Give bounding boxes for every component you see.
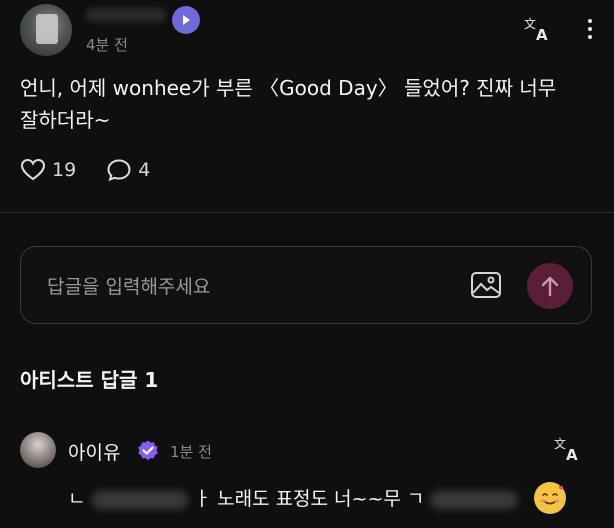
svg-text:文: 文 xyxy=(554,436,566,451)
like-count: 19 xyxy=(52,159,77,181)
artist-reply-text: ㄴ ㅏ 노래도 표정도 너~~무 ㄱ xyxy=(68,484,519,511)
reply-input[interactable]: 답글을 입력해주세요 xyxy=(47,247,210,323)
post-stats: 19 4 xyxy=(20,158,180,182)
reply-text-fragment: ㄴ xyxy=(68,488,86,510)
heart-icon xyxy=(20,158,46,181)
svg-text:文: 文 xyxy=(524,16,536,31)
post-timestamp: 4분 전 xyxy=(86,36,128,54)
svg-text:A: A xyxy=(566,446,578,462)
more-vertical-icon-dot xyxy=(588,19,592,23)
artist-reply-header: 아이유 1분 전 文 A xyxy=(0,428,614,472)
post-body-text: 언니, 어제 wonhee가 부른 〈Good Day〉 들었어? 진짜 너무 … xyxy=(20,76,557,132)
author-name-obscured xyxy=(86,8,166,22)
comment-button[interactable]: 4 xyxy=(106,158,150,182)
section-divider xyxy=(0,212,614,213)
post-detail-page: 4분 전 文 A 언니, 어제 wonhee가 부른 〈Good Day〉 들었… xyxy=(0,0,614,528)
svg-text:A: A xyxy=(536,26,548,42)
more-vertical-icon-dot xyxy=(588,35,592,39)
artist-name[interactable]: 아이유 xyxy=(68,438,120,465)
obscured-text xyxy=(91,490,188,509)
post-header: 4분 전 文 A xyxy=(0,0,614,70)
reply-translate-button[interactable]: 文 A xyxy=(552,434,582,464)
more-vertical-icon-dot xyxy=(588,27,592,31)
artist-replies-title: 아티스트 답글 1 xyxy=(20,368,159,392)
send-button[interactable] xyxy=(527,263,573,309)
verified-badge-icon xyxy=(136,439,160,463)
translate-icon: 文 A xyxy=(554,436,578,462)
like-button[interactable]: 19 xyxy=(20,158,76,182)
image-icon xyxy=(471,272,501,298)
translate-icon: 文 A xyxy=(524,16,548,42)
obscured-text xyxy=(430,490,519,509)
author-avatar[interactable] xyxy=(20,4,72,56)
emoji-face xyxy=(536,484,564,512)
reply-text-fragment: ㅏ 노래도 표정도 너~~무 xyxy=(193,488,407,510)
comment-bubble-icon xyxy=(107,159,131,182)
smiling-face-hearts-icon xyxy=(534,482,566,514)
play-badge-icon xyxy=(172,6,200,34)
arrow-up-icon xyxy=(541,276,559,297)
translate-button[interactable]: 文 A xyxy=(522,14,552,44)
verified-icon xyxy=(138,440,158,461)
artist-avatar[interactable] xyxy=(20,432,56,468)
reply-composer: 답글을 입력해주세요 xyxy=(20,246,592,324)
attach-image-button[interactable] xyxy=(469,269,503,301)
avatar-image-content xyxy=(36,14,58,44)
play-icon xyxy=(183,15,190,25)
artist-reply-timestamp: 1분 전 xyxy=(170,443,212,461)
comment-count: 4 xyxy=(138,159,151,181)
reply-text-fragment: ㄱ xyxy=(406,488,425,510)
more-options-button[interactable] xyxy=(580,14,600,44)
